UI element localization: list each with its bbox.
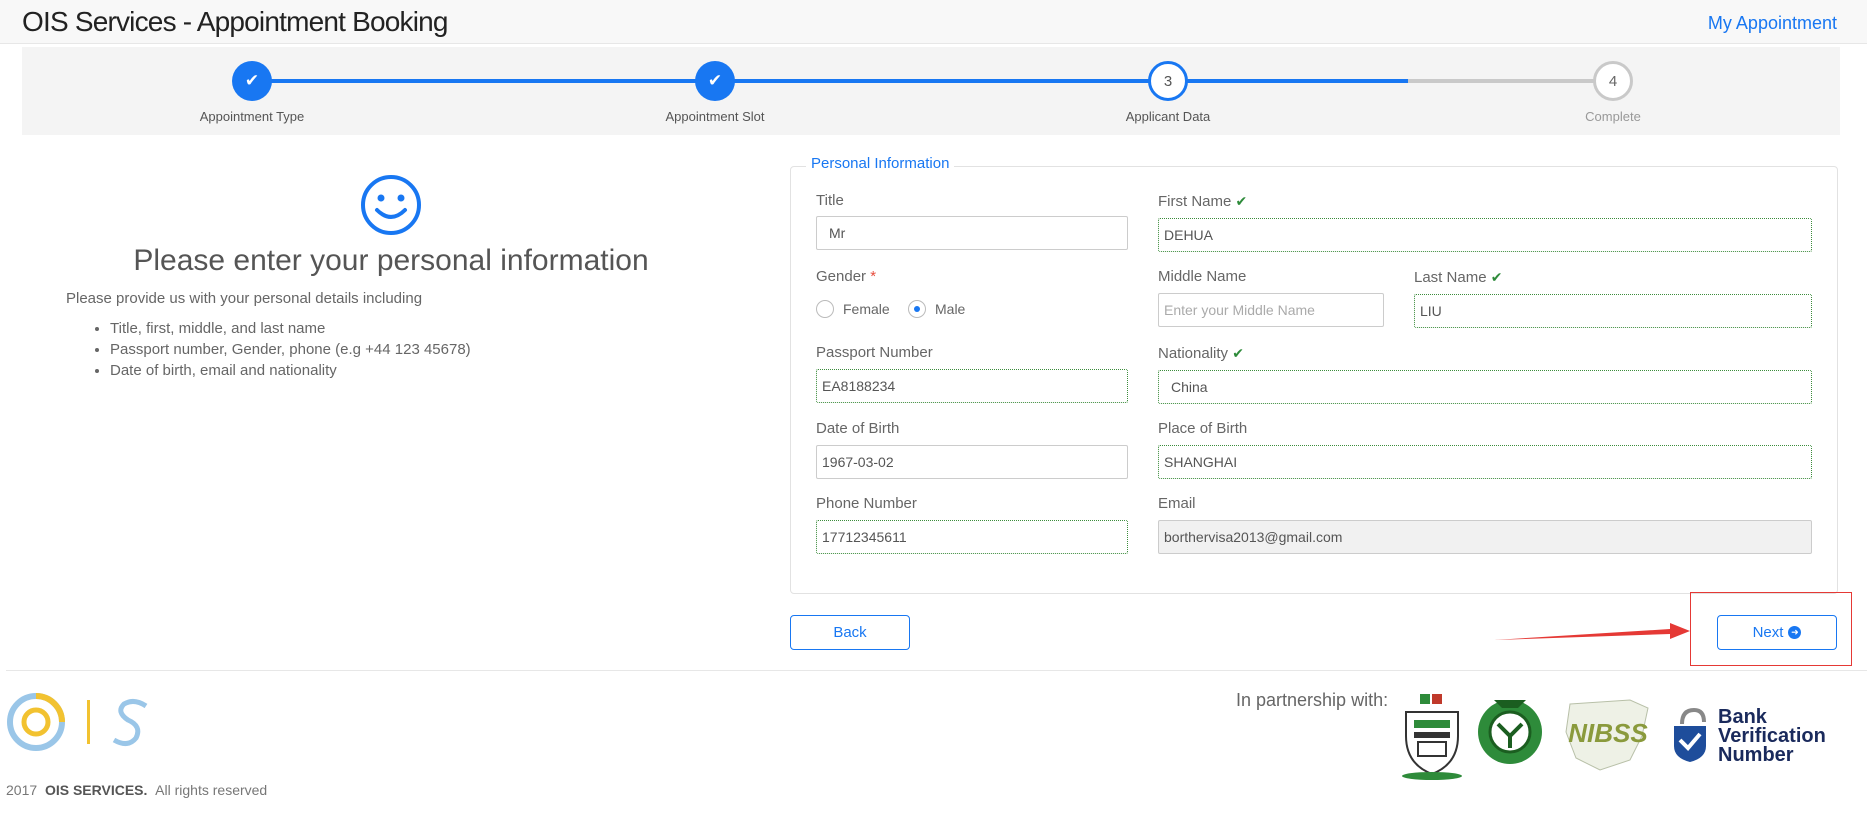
date-of-birth-input[interactable] [816, 445, 1128, 479]
wizard-remaining-line [1408, 79, 1618, 83]
last-name-label: Last Name ✔ [1414, 269, 1503, 286]
annotation-arrow-icon [1494, 623, 1690, 640]
nibss-logo-text: NIBSS [1568, 718, 1648, 748]
footer-divider [6, 670, 1867, 671]
phone-number-input[interactable] [816, 520, 1128, 554]
app-title: OIS Services - Appointment Booking [22, 6, 449, 37]
nationality-valid-icon: ✔ [1232, 345, 1244, 361]
intro-bullet: Title, first, middle, and last name [110, 318, 471, 339]
step-3-circle[interactable]: 3 [1148, 61, 1188, 101]
nationality-select[interactable] [1158, 370, 1812, 404]
passport-label: Passport Number [816, 344, 933, 361]
annotation-highlight-box [1690, 592, 1852, 666]
step-1-check-icon[interactable]: ✔ [232, 61, 272, 101]
email-input[interactable] [1158, 520, 1812, 554]
first-name-label: First Name ✔ [1158, 193, 1248, 210]
nationality-label: Nationality ✔ [1158, 345, 1244, 362]
bvn-shield-icon [1674, 707, 1706, 762]
intro-subtitle: Please provide us with your personal det… [66, 290, 423, 307]
radio-circle-icon [816, 300, 834, 318]
intro-bullet-list: Title, first, middle, and last name Pass… [110, 318, 471, 381]
personal-info-legend: Personal Information [806, 155, 955, 172]
last-name-input[interactable] [1414, 294, 1812, 328]
bvn-logo-text: Bank Verification Number [1718, 706, 1826, 766]
phone-label: Phone Number [816, 495, 917, 512]
gender-label: Gender * [816, 268, 877, 285]
top-navbar: OIS Services - Appointment Booking My Ap… [0, 0, 1867, 44]
step-4-circle[interactable]: 4 [1593, 61, 1633, 101]
title-select[interactable] [816, 216, 1128, 250]
last-name-valid-icon: ✔ [1490, 269, 1503, 285]
step-1-label: Appointment Type [199, 109, 305, 124]
gender-male-radio[interactable]: Male [908, 300, 965, 318]
copyright: 2017 OIS SERVICES. All rights reserved [6, 782, 268, 798]
step-4-label: Complete [1585, 109, 1641, 124]
place-of-birth-input[interactable] [1158, 445, 1812, 479]
step-2-check-icon[interactable]: ✔ [695, 61, 735, 101]
intro-title: Please enter your personal information [133, 244, 649, 277]
dob-label: Date of Birth [816, 420, 900, 437]
title-label: Title [816, 192, 844, 209]
email-label: Email [1158, 495, 1196, 512]
step-2-label: Appointment Slot [665, 109, 765, 124]
immigration-service-logo [1402, 694, 1462, 780]
wizard-progress-line [252, 79, 1408, 83]
passport-number-input[interactable] [816, 369, 1128, 403]
gender-female-label: Female [843, 301, 890, 317]
gender-female-radio[interactable]: Female [816, 300, 890, 318]
middle-name-label: Middle Name [1158, 268, 1247, 285]
radio-selected-icon [908, 300, 926, 318]
required-mark: * [870, 268, 877, 285]
first-name-input[interactable] [1158, 218, 1812, 252]
pob-label: Place of Birth [1158, 420, 1248, 437]
back-button[interactable]: Back [790, 615, 910, 650]
partnership-label: In partnership with: [1236, 690, 1389, 710]
intro-bullet: Passport number, Gender, phone (e.g +44 … [110, 339, 471, 360]
gender-male-label: Male [935, 301, 966, 317]
central-bank-logo [1478, 700, 1542, 764]
ois-logo [7, 693, 148, 751]
intro-bullet: Date of birth, email and nationality [110, 360, 471, 381]
booking-wizard: ✔ Appointment Type ✔ Appointment Slot 3 … [22, 47, 1840, 135]
step-3-label: Applicant Data [1125, 109, 1211, 124]
first-name-valid-icon: ✔ [1235, 193, 1248, 209]
smiley-icon [361, 175, 421, 235]
middle-name-input[interactable] [1158, 293, 1384, 327]
my-appointment-link[interactable]: My Appointment [1708, 13, 1837, 34]
nibss-logo: NIBSS [1565, 699, 1649, 771]
